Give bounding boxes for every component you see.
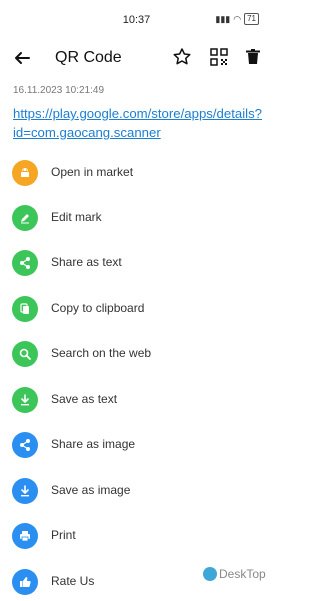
action-print[interactable]: Print (0, 515, 273, 555)
action-label: Open in market (51, 165, 134, 179)
download-icon (12, 478, 38, 504)
action-edit-mark[interactable]: Edit mark (0, 197, 273, 237)
action-label: Share as image (51, 437, 136, 451)
signal-icon: ▮▮▮ (215, 13, 231, 24)
scanned-url-link[interactable]: https://play.google.com/store/apps/detai… (13, 104, 263, 142)
qr-code-icon[interactable] (209, 47, 229, 67)
action-label: Search on the web (51, 346, 152, 360)
action-share-as-text[interactable]: Share as text (0, 242, 273, 282)
trash-icon[interactable] (243, 47, 263, 67)
share-icon (12, 250, 38, 276)
action-label: Rate Us (51, 574, 95, 588)
action-save-as-text[interactable]: Save as text (0, 379, 273, 419)
action-label: Edit mark (51, 210, 102, 224)
page-title: QR Code (55, 49, 122, 66)
action-label: Save as image (51, 483, 131, 497)
action-share-as-image[interactable]: Share as image (0, 424, 273, 464)
battery-icon: 71 (244, 13, 259, 25)
action-label: Copy to clipboard (51, 301, 145, 315)
toolbar: QR Code (0, 40, 273, 76)
watermark: DeskTop (203, 567, 266, 581)
action-label: Print (51, 528, 76, 542)
download-icon (12, 387, 38, 413)
android-icon (12, 160, 38, 186)
back-arrow-icon[interactable] (12, 48, 32, 68)
watermark-logo-icon (203, 567, 217, 581)
action-save-as-image[interactable]: Save as image (0, 470, 273, 510)
action-copy-to-clipboard[interactable]: Copy to clipboard (0, 288, 273, 328)
pencil-icon (12, 205, 38, 231)
copy-icon (12, 296, 38, 322)
status-icons: ▮▮▮ ◠ 71 (215, 13, 259, 25)
star-icon[interactable] (172, 47, 192, 67)
search-icon (12, 341, 38, 367)
watermark-text: DeskTop (219, 567, 266, 581)
status-bar: 10:37 ▮▮▮ ◠ 71 (0, 0, 273, 38)
wifi-icon: ◠ (233, 13, 242, 24)
action-open-in-market[interactable]: Open in market (0, 152, 273, 192)
print-icon (12, 523, 38, 549)
action-search-on-the-web[interactable]: Search on the web (0, 333, 273, 373)
action-label: Share as text (51, 255, 122, 269)
scan-date: 16.11.2023 10:21:49 (13, 85, 105, 96)
thumbs-up-icon (12, 569, 38, 595)
share-icon (12, 432, 38, 458)
action-label: Save as text (51, 392, 118, 406)
